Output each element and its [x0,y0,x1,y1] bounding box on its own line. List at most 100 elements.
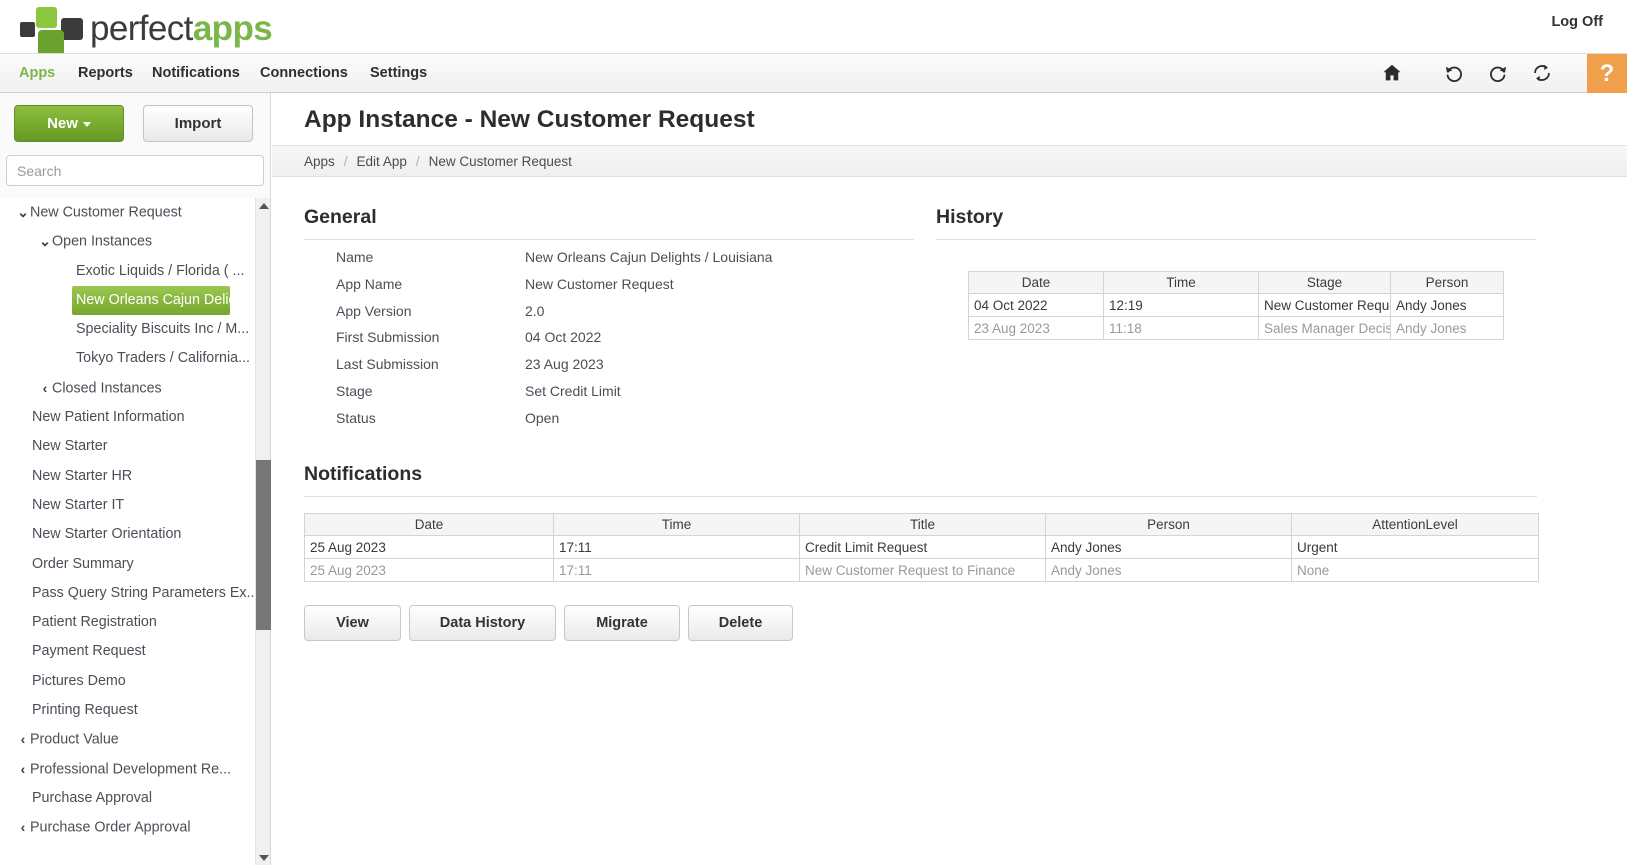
history-column-header[interactable]: Stage [1258,271,1391,294]
table-cell: Andy Jones [1045,535,1292,559]
table-cell: 17:11 [553,535,800,559]
chevron-left-icon[interactable]: ‹ [16,725,30,754]
history-column-header[interactable]: Time [1103,271,1259,294]
table-cell: None [1291,558,1539,582]
notifications-column-header[interactable]: Date [304,513,554,536]
tree-item[interactable]: Purchase Approval [0,784,255,813]
history-section-heading: History [936,206,1004,228]
redo-icon[interactable] [1487,62,1511,86]
refresh-icon[interactable] [1531,62,1555,86]
tree-item-label: Pictures Demo [32,672,126,689]
log-off-link[interactable]: Log Off [1551,14,1603,30]
tree-item-label: New Starter Orientation [32,526,182,543]
notifications-column-header[interactable]: AttentionLevel [1291,513,1539,536]
general-field-value: 04 Oct 2022 [525,329,602,346]
chevron-down-icon [82,121,91,127]
history-column-header[interactable]: Date [968,271,1104,294]
general-field-row: App Version 2.0 [304,303,944,330]
scrollbar-thumb[interactable] [256,460,271,630]
table-cell: Urgent [1291,535,1539,559]
tree-item-label: New Patient Information [32,409,185,426]
notifications-header-row: Date Time Title Person AttentionLevel [304,513,1539,536]
view-button[interactable]: View [304,605,401,641]
tree-item[interactable]: Payment Request [0,637,255,666]
scroll-down-arrow-icon[interactable] [256,850,271,865]
undo-icon[interactable] [1443,62,1467,86]
chevron-left-icon[interactable]: ‹ [16,755,30,784]
main-navigation-bar: Apps Reports Notifications Connections S… [0,53,1627,93]
tree-item[interactable]: ⌄Open Instances [0,227,255,256]
tree-item[interactable]: ‹ Professional Development Re... [0,755,255,784]
logo-square-light-green [36,7,57,28]
nav-item-notifications[interactable]: Notifications [152,54,240,93]
general-field-value: Set Credit Limit [525,382,621,399]
nav-item-reports[interactable]: Reports [78,54,133,93]
general-field-row: Name New Orleans Cajun Delights / Louisia… [304,249,944,276]
brand-bar: perfectapps Log Off [0,0,1627,56]
delete-button[interactable]: Delete [688,605,793,641]
tree-item[interactable]: Tokyo Traders / California... [0,344,255,373]
tree-item[interactable]: Printing Request [0,696,255,725]
chevron-down-icon[interactable]: ⌄ [38,227,52,256]
tree-item-label: Purchase Approval [32,789,153,806]
tree-item[interactable]: Pictures Demo [0,667,255,696]
general-field-value: Open [525,409,560,426]
table-cell: Credit Limit Request [799,535,1046,559]
history-column-header[interactable]: Person [1390,271,1504,294]
tree-item[interactable]: Patient Registration [0,608,255,637]
app-tree: ⌄New Customer Request ⌄Open Instances Exot… [0,198,255,843]
home-icon[interactable] [1381,62,1405,86]
tree-item[interactable]: New Starter [0,432,255,461]
tree-item-selected[interactable]: New Orleans Cajun Delig... [72,285,230,316]
notifications-column-header[interactable]: Person [1045,513,1292,536]
tree-item[interactable]: New Starter HR [0,462,255,491]
tree-item[interactable]: ‹ Purchase Order Approval [0,813,255,842]
breadcrumb-item-2[interactable]: Edit App [357,154,407,169]
general-field-row: App Name New Customer Request [304,276,944,303]
tree-item[interactable]: New Starter Orientation [0,520,255,549]
new-button[interactable]: New [14,105,124,142]
import-button[interactable]: Import [143,105,253,142]
notifications-column-header[interactable]: Title [799,513,1046,536]
table-row[interactable]: 04 Oct 202212:19New Customer RequestAndy… [968,293,1504,317]
history-section-divider [936,239,1536,240]
tree-item[interactable]: Order Summary [0,550,255,579]
sidebar-scrollbar[interactable] [255,198,271,865]
table-row[interactable]: 25 Aug 2023 17:11 New Customer Request to … [304,558,1539,582]
tree-item-label: Pass Query String Parameters Ex... [32,584,255,601]
notifications-column-header[interactable]: Time [553,513,800,536]
table-cell: 23 Aug 2023 [968,316,1104,340]
tree-item[interactable]: New Starter IT [0,491,255,520]
chevron-left-icon[interactable]: ‹ [38,374,52,403]
breadcrumb-item-1[interactable]: Apps [304,154,335,169]
tree-item-label: New Customer Request [30,204,182,221]
general-field-label: Status [336,409,376,426]
chevron-down-icon[interactable]: ⌄ [16,198,30,227]
tree-item-label: Product Value [30,731,119,748]
tree-item[interactable]: Speciality Biscuits Inc / M... [0,315,255,344]
tree-item[interactable]: ⌄New Customer Request [0,198,255,227]
chevron-left-icon[interactable]: ‹ [16,813,30,842]
tree-item[interactable]: Pass Query String Parameters Ex... [0,579,255,608]
tree-item[interactable]: ‹ Closed Instances [0,374,255,403]
nav-item-apps[interactable]: Apps [19,54,55,93]
data-history-button[interactable]: Data History [409,605,556,641]
tree-item-label: New Orleans Cajun Delig... [76,291,230,308]
app-logo[interactable]: perfectapps [18,5,273,56]
help-button[interactable]: ? [1587,54,1627,93]
tree-item-label: Professional Development Re... [30,761,232,778]
scroll-up-arrow-icon[interactable] [256,198,271,213]
table-row[interactable]: 23 Aug 202311:18Sales Manager DecisionAn… [968,316,1504,340]
search-input[interactable] [6,155,264,186]
table-row[interactable]: 25 Aug 2023 17:11 Credit Limit Request Andy… [304,535,1539,559]
breadcrumb-separator: / [343,154,348,169]
table-cell: 04 Oct 2022 [968,293,1104,317]
tree-item[interactable]: ‹ Product Value [0,725,255,754]
tree-item[interactable]: Exotic Liquids / Florida ( ... [0,257,255,286]
general-field-label: App Version [336,302,412,319]
tree-item[interactable]: New Patient Information [0,403,255,432]
migrate-button[interactable]: Migrate [564,605,680,641]
nav-item-settings[interactable]: Settings [370,54,427,93]
general-field-value: 23 Aug 2023 [525,356,604,373]
nav-item-connections[interactable]: Connections [260,54,348,93]
